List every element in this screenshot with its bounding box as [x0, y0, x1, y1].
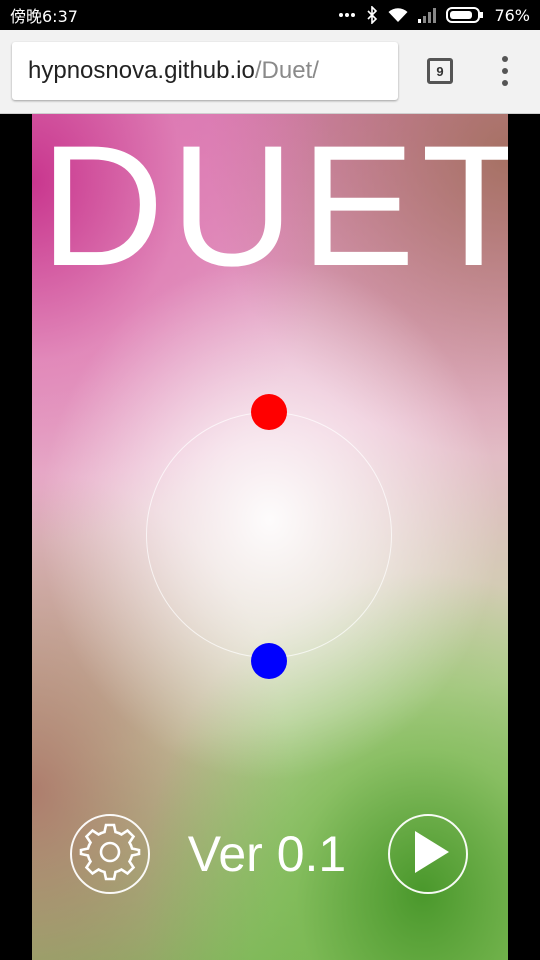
game-title: DUET [40, 114, 508, 302]
red-dot [251, 394, 287, 430]
status-bar: 傍晚6:37 76% [0, 0, 540, 30]
tab-switcher-button[interactable]: 9 [427, 58, 453, 84]
dots-icon [338, 12, 356, 18]
wifi-icon [388, 7, 408, 23]
play-icon [403, 827, 453, 881]
status-time: 傍晚6:37 [10, 7, 78, 26]
tab-count: 9 [436, 63, 444, 79]
status-right: 76% [338, 6, 530, 25]
orbit-ring [146, 412, 392, 658]
settings-button[interactable] [70, 814, 150, 894]
battery-icon [446, 6, 484, 24]
gear-icon [77, 819, 143, 889]
play-button[interactable] [388, 814, 468, 894]
status-left: 傍晚6:37 [10, 3, 78, 27]
url-host: hypnosnova.github.io [28, 57, 255, 84]
overflow-menu-icon[interactable] [495, 56, 515, 86]
blue-dot [251, 643, 287, 679]
signal-icon [418, 7, 437, 23]
version-label: Ver 0.1 [187, 826, 347, 882]
battery-percent: 76% [494, 5, 530, 25]
bluetooth-icon [366, 6, 378, 24]
browser-toolbar: hypnosnova.github.io/Duet/ 9 [0, 30, 540, 114]
url-path: /Duet/ [254, 57, 319, 84]
address-bar[interactable]: hypnosnova.github.io/Duet/ [12, 42, 398, 100]
game-canvas[interactable]: DUET Ver 0.1 [32, 114, 508, 960]
